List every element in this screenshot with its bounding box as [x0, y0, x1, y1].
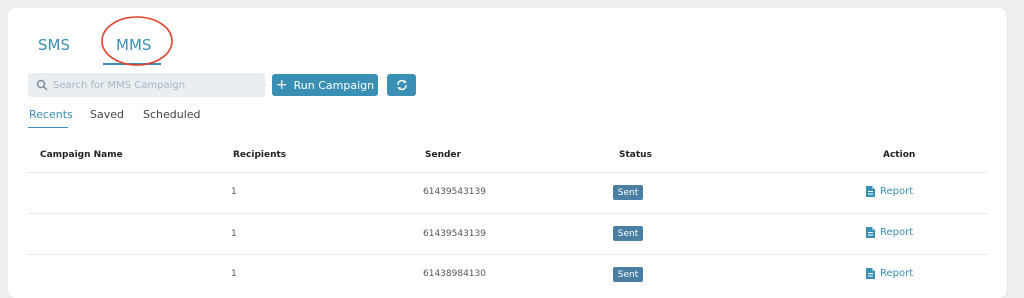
cell-sender: 61439543139: [423, 187, 486, 197]
tab-mms[interactable]: MMS: [116, 36, 151, 54]
header-campaign-name: Campaign Name: [40, 150, 123, 160]
row-divider: [28, 213, 987, 214]
header-action: Action: [883, 150, 916, 160]
header-status: Status: [619, 150, 652, 160]
report-link[interactable]: Report: [866, 268, 913, 279]
status-badge: Sent: [613, 267, 643, 282]
report-link[interactable]: Report: [866, 186, 913, 197]
cell-recipients: 1: [231, 229, 237, 239]
status-badge: Sent: [613, 185, 643, 200]
status-badge: Sent: [613, 226, 643, 241]
row-divider: [28, 254, 987, 255]
subtab-scheduled[interactable]: Scheduled: [143, 108, 201, 121]
document-icon: [866, 227, 875, 238]
header-sender: Sender: [425, 150, 461, 160]
refresh-icon: [396, 79, 408, 91]
search-icon: [36, 79, 48, 91]
header-divider: [28, 172, 987, 173]
run-campaign-button[interactable]: + Run Campaign: [272, 74, 378, 96]
tab-mms-underline: [103, 63, 161, 65]
header-recipients: Recipients: [233, 150, 287, 160]
cell-recipients: 1: [231, 269, 237, 279]
report-label: Report: [880, 268, 914, 279]
subtab-recents-underline: [28, 127, 68, 128]
report-link[interactable]: Report: [866, 227, 913, 238]
subtab-recents[interactable]: Recents: [29, 108, 73, 121]
search-box[interactable]: [28, 73, 265, 97]
cell-recipients: 1: [231, 187, 237, 197]
document-icon: [866, 186, 875, 197]
tab-sms[interactable]: SMS: [38, 36, 70, 54]
cell-sender: 61438984130: [423, 269, 486, 279]
report-label: Report: [880, 227, 914, 238]
subtab-saved[interactable]: Saved: [90, 108, 124, 121]
run-campaign-label: Run Campaign: [293, 78, 375, 92]
search-input[interactable]: [53, 79, 253, 91]
cell-sender: 61439543139: [423, 229, 486, 239]
refresh-button[interactable]: [387, 74, 416, 96]
report-label: Report: [880, 186, 914, 197]
document-icon: [866, 268, 875, 279]
plus-icon: +: [275, 77, 288, 93]
